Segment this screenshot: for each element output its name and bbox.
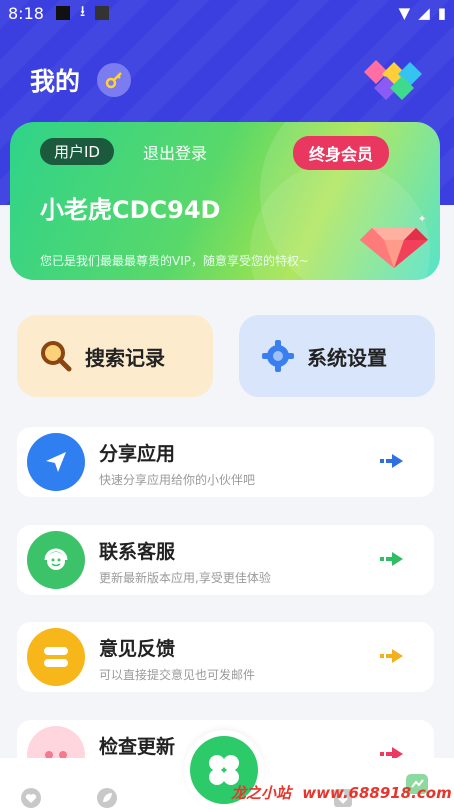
menu-item-title: 检查更新 xyxy=(99,736,176,758)
system-settings-button[interactable]: 系统设置 xyxy=(239,315,435,397)
menu-item-subtitle: 更新最新版本应用,享受更佳体验 xyxy=(99,571,271,585)
arrow-right-icon xyxy=(380,552,403,566)
feedback-icon xyxy=(27,628,85,686)
username: 小老虎CDC94D xyxy=(40,196,221,224)
system-settings-label: 系统设置 xyxy=(307,345,387,370)
nav-discover-icon[interactable] xyxy=(92,786,122,810)
menu-item-subtitle: 快速分享应用给你的小伙伴吧 xyxy=(99,473,256,487)
search-history-button[interactable]: 搜索记录 xyxy=(17,315,213,397)
vip-card: 用户ID 退出登录 终身会员 小老虎CDC94D 您已是我们最最最尊贵的VIP，… xyxy=(10,122,440,280)
member-badge: 终身会员 xyxy=(293,136,390,170)
menu-item-subtitle: 可以直接提交意见也可发邮件 xyxy=(99,668,256,682)
watermark: 龙之小站 www.688918.com xyxy=(231,782,452,803)
app-notification-icon xyxy=(95,6,110,20)
gear-icon xyxy=(261,339,295,373)
app-logo-icon xyxy=(364,60,422,100)
diamond-icon: ✦ xyxy=(360,214,428,268)
search-icon xyxy=(39,339,73,373)
status-bar: 8:18 ⭳ ▼ ◢ ▮ xyxy=(0,0,454,26)
search-history-label: 搜索记录 xyxy=(85,345,165,370)
menu-item-share-app[interactable]: 分享应用 快速分享应用给你的小伙伴吧 xyxy=(17,427,434,497)
menu-item-title: 联系客服 xyxy=(99,541,176,563)
headset-icon xyxy=(27,531,85,589)
menu-item-title: 意见反馈 xyxy=(99,638,176,660)
battery-icon: ▮ xyxy=(437,4,446,22)
logout-button[interactable]: 退出登录 xyxy=(143,140,207,164)
arrow-right-icon xyxy=(380,454,403,468)
menu-item-feedback[interactable]: 意见反馈 可以直接提交意见也可发邮件 xyxy=(17,622,434,692)
download-icon: ⭳ xyxy=(79,1,86,20)
menu-item-title: 分享应用 xyxy=(99,443,176,465)
paper-plane-icon xyxy=(27,433,85,491)
svg-text:✦: ✦ xyxy=(418,214,426,225)
menu-item-contact-support[interactable]: 联系客服 更新最新版本应用,享受更佳体验 xyxy=(17,525,434,595)
wifi-icon: ▼ xyxy=(398,4,411,22)
arrow-right-icon xyxy=(380,649,403,663)
signal-icon: ◢ xyxy=(418,4,430,22)
user-id-badge[interactable]: 用户ID xyxy=(40,138,114,165)
vip-message: 您已是我们最最最尊贵的VIP，随意享受您的特权~ xyxy=(40,254,310,268)
status-time: 8:18 xyxy=(8,3,44,23)
nav-favorites-icon[interactable] xyxy=(16,786,46,810)
page-title: 我的 xyxy=(30,67,81,96)
notification-icon xyxy=(55,6,70,20)
watermark-url: www.688918.com xyxy=(302,784,452,802)
watermark-brand: 龙之小站 xyxy=(231,784,292,802)
key-icon[interactable] xyxy=(97,63,131,97)
